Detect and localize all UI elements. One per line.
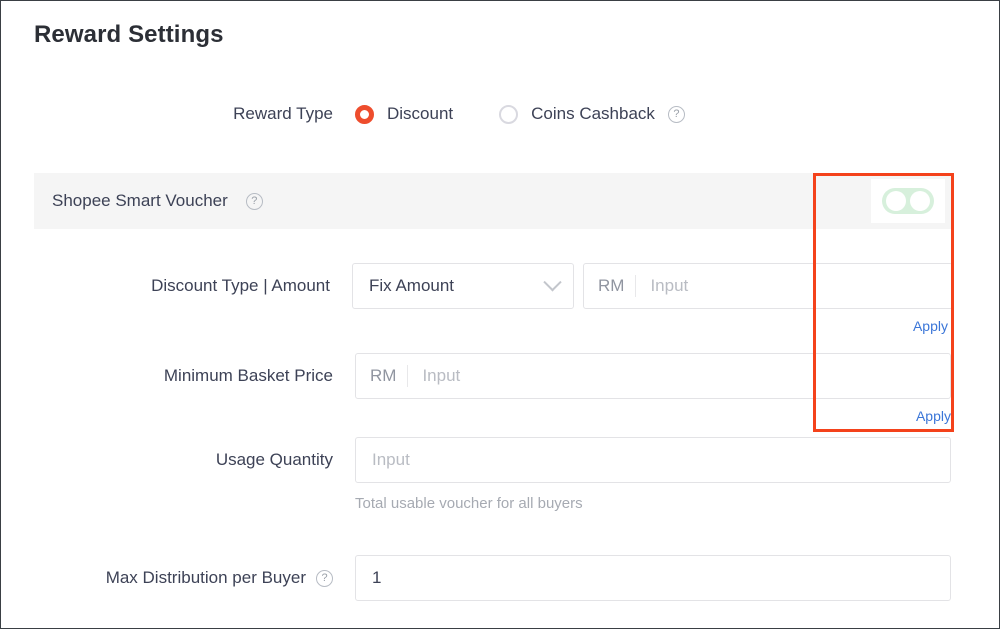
smart-voucher-toggle-wrap — [871, 179, 945, 223]
discount-type-label: Discount Type | Amount — [1, 263, 330, 296]
reward-type-row: Reward Type Discount Coins Cashback ? — [1, 97, 953, 131]
max-distribution-field: 1 — [355, 555, 953, 601]
page-title: Reward Settings — [34, 21, 224, 49]
max-distribution-label: Max Distribution per Buyer ? — [1, 555, 333, 588]
radio-label-coins-cashback: Coins Cashback — [531, 104, 655, 124]
reward-settings-screen: Reward Settings Reward Type Discount Coi… — [0, 0, 1000, 629]
toggle-knob-left — [886, 191, 906, 211]
radio-option-discount[interactable]: Discount — [355, 104, 453, 124]
max-distribution-row: Max Distribution per Buyer ? 1 — [1, 555, 953, 601]
discount-type-controls: Fix Amount RM Input — [352, 263, 953, 309]
usage-quantity-placeholder: Input — [358, 450, 410, 470]
currency-prefix-rm: RM — [584, 275, 636, 297]
usage-quantity-label: Usage Quantity — [1, 437, 333, 470]
radio-label-discount: Discount — [387, 104, 453, 124]
discount-type-row: Discount Type | Amount Fix Amount RM Inp… — [1, 263, 953, 334]
smart-voucher-band: Shopee Smart Voucher ? — [34, 173, 953, 229]
usage-quantity-field: Input Total usable voucher for all buyer… — [355, 437, 953, 512]
help-icon-smart-voucher[interactable]: ? — [246, 193, 263, 210]
radio-selected-icon[interactable] — [355, 105, 374, 124]
minimum-basket-price-row: Minimum Basket Price RM Input Apply — [1, 353, 953, 424]
smart-voucher-label: Shopee Smart Voucher — [52, 191, 228, 211]
minimum-basket-price-label: Minimum Basket Price — [1, 353, 333, 386]
help-icon-coins-cashback[interactable]: ? — [668, 106, 685, 123]
discount-amount-input[interactable]: RM Input — [583, 263, 953, 309]
usage-quantity-input[interactable]: Input — [355, 437, 951, 483]
discount-type-field: Fix Amount RM Input Apply — [352, 263, 953, 334]
apply-link-discount-amount[interactable]: Apply — [352, 318, 948, 334]
usage-quantity-hint: Total usable voucher for all buyers — [355, 495, 953, 512]
help-icon-max-distribution[interactable]: ? — [316, 570, 333, 587]
minimum-basket-price-field: RM Input Apply — [355, 353, 953, 424]
smart-voucher-toggle[interactable] — [882, 188, 934, 214]
usage-quantity-row: Usage Quantity Input Total usable vouche… — [1, 437, 953, 512]
radio-option-coins-cashback[interactable]: Coins Cashback ? — [499, 104, 685, 124]
max-distribution-input[interactable]: 1 — [355, 555, 951, 601]
toggle-knob-right — [910, 191, 930, 211]
max-distribution-value: 1 — [356, 568, 381, 588]
chevron-down-icon[interactable] — [543, 273, 561, 291]
minimum-basket-price-placeholder: Input — [408, 366, 460, 386]
apply-link-minimum-basket-price[interactable]: Apply — [355, 408, 951, 424]
discount-amount-placeholder: Input — [636, 276, 688, 296]
reward-type-label: Reward Type — [1, 104, 333, 124]
reward-type-radio-group: Discount Coins Cashback ? — [355, 104, 685, 124]
currency-prefix-rm: RM — [356, 365, 408, 387]
discount-type-select-value: Fix Amount — [369, 276, 454, 296]
radio-unselected-icon[interactable] — [499, 105, 518, 124]
minimum-basket-price-input[interactable]: RM Input — [355, 353, 951, 399]
discount-type-select[interactable]: Fix Amount — [352, 263, 574, 309]
